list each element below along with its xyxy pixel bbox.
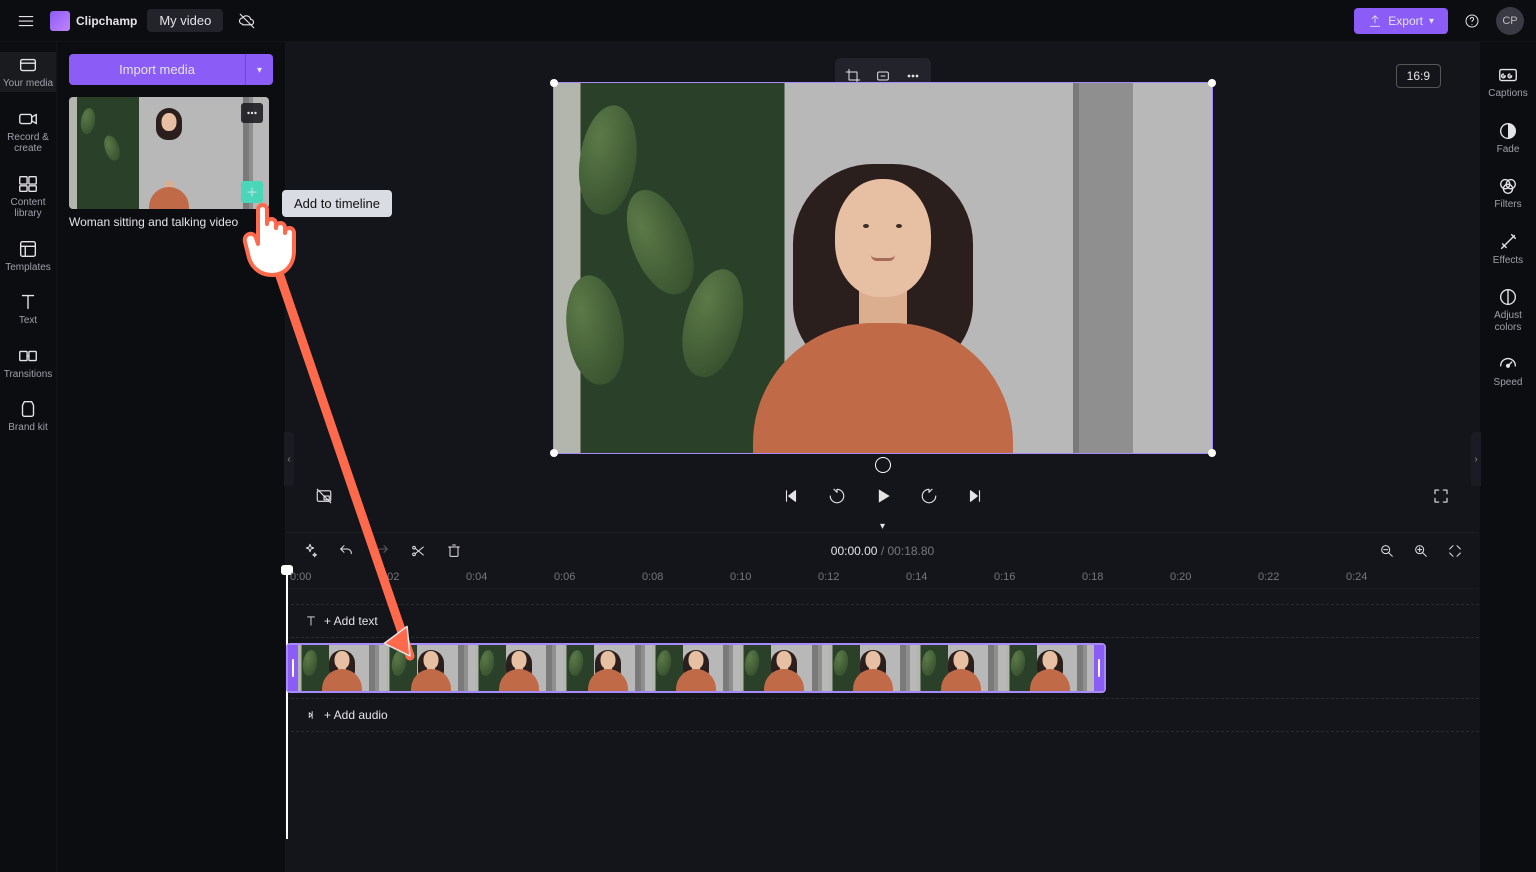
ruler-tick: 0:00 [290,571,311,583]
delete-button[interactable] [440,537,468,565]
fullscreen-button[interactable] [1427,482,1455,510]
timeline-ruler[interactable]: 0:00 0:02 0:04 0:06 0:08 0:10 0:12 0:14 0:16 0:18… [286,569,1479,589]
clip-frame [652,645,740,691]
clip-frame [475,645,563,691]
sidebar-item-brand-kit[interactable]: Brand kit [0,396,56,436]
add-to-timeline-button[interactable] [241,181,263,203]
chevron-down-icon: ▾ [257,65,262,76]
ruler-tick: 0:22 [1258,571,1279,583]
media-panel: Import media ▾ Woman sitting and talking… [57,42,286,872]
sidebar-item-content-library[interactable]: Content library [0,171,56,222]
media-thumbnail[interactable] [69,97,269,209]
right-sidebar: Captions Fade Filters Effects Adjust col… [1479,42,1536,872]
clip-frames [298,645,1094,691]
clip-frame [563,645,651,691]
text-track[interactable]: + Add text [286,604,1479,638]
sidebar-item-transitions[interactable]: Transitions [0,343,56,383]
sidebar-item-captions[interactable]: Captions [1480,62,1536,102]
import-media-button[interactable]: Import media ▾ [69,54,273,85]
forward-5-button[interactable] [915,482,943,510]
user-avatar[interactable]: CP [1496,7,1524,35]
clip-frame [740,645,828,691]
sidebar-item-record-create[interactable]: Record & create [0,106,56,157]
resize-handle[interactable] [1208,79,1216,87]
tooltip-add-to-timeline: Add to timeline [282,190,392,217]
clip-frame [829,645,917,691]
zoom-fit-button[interactable] [1441,537,1469,565]
project-name[interactable]: My video [147,9,223,32]
left-sidebar: Your media Record & create Content libra… [0,42,57,872]
clip-handle-right[interactable] [1094,645,1104,691]
ruler-tick: 0:06 [554,571,575,583]
skip-back-button[interactable] [777,482,805,510]
ruler-tick: 0:16 [994,571,1015,583]
picture-in-picture-icon[interactable] [310,482,338,510]
zoom-out-button[interactable] [1373,537,1401,565]
import-dropdown[interactable]: ▾ [245,54,273,85]
hamburger-menu[interactable] [12,7,40,35]
playback-time: 00:00.00 / 00:18.80 [831,544,934,558]
ruler-tick: 0:14 [906,571,927,583]
ruler-tick: 0:08 [642,571,663,583]
sidebar-item-effects[interactable]: Effects [1480,229,1536,269]
ruler-tick: 0:20 [1170,571,1191,583]
resize-handle[interactable] [550,449,558,457]
sidebar-item-speed[interactable]: Speed [1480,351,1536,391]
redo-button[interactable] [368,537,396,565]
export-button[interactable]: Export ▾ [1354,8,1448,34]
ruler-tick: 0:18 [1082,571,1103,583]
ruler-tick: 0:04 [466,571,487,583]
clip-frame [386,645,474,691]
resize-handle[interactable] [550,79,558,87]
zoom-in-button[interactable] [1407,537,1435,565]
ruler-tick: 0:24 [1346,571,1367,583]
video-clip[interactable] [286,643,1106,693]
sidebar-item-templates[interactable]: Templates [0,236,56,276]
audio-track[interactable]: + Add audio [286,698,1479,732]
timeline: 00:00.00 / 00:18.80 0:00 0:02 0:04 0:06 0:08… [286,532,1479,872]
split-button[interactable] [404,537,432,565]
cloud-sync-off-icon[interactable] [233,7,261,35]
rotate-handle[interactable] [875,457,891,473]
app-logo: Clipchamp [50,11,137,31]
clip-handle-left[interactable] [288,645,298,691]
media-options-button[interactable] [241,103,263,123]
app-name: Clipchamp [76,14,137,28]
resize-handle[interactable] [1208,449,1216,457]
skip-forward-button[interactable] [961,482,989,510]
clip-frame [917,645,1005,691]
preview-frame [554,83,1212,453]
rewind-5-button[interactable] [823,482,851,510]
help-icon[interactable] [1458,7,1486,35]
sidebar-item-your-media[interactable]: Your media [0,52,56,92]
clip-frame [298,645,386,691]
play-button[interactable] [869,482,897,510]
export-label: Export [1388,14,1423,28]
sidebar-item-fade[interactable]: Fade [1480,118,1536,158]
chevron-down-icon: ▾ [880,521,885,532]
chevron-down-icon: ▾ [1429,16,1434,27]
sidebar-item-text[interactable]: Text [0,289,56,329]
magic-button[interactable] [296,537,324,565]
sidebar-item-filters[interactable]: Filters [1480,173,1536,213]
clip-frame [1006,645,1094,691]
ruler-tick: 0:12 [818,571,839,583]
timeline-collapse-button[interactable]: ▾ [863,518,903,532]
ruler-tick: 0:02 [378,571,399,583]
logo-mark-icon [50,11,70,31]
player-controls [286,474,1479,518]
sidebar-item-adjust-colors[interactable]: Adjust colors [1480,284,1536,335]
video-preview[interactable] [553,82,1213,454]
media-caption: Woman sitting and talking video [69,215,273,229]
thumbnail-preview [69,97,269,209]
undo-button[interactable] [332,537,360,565]
video-track[interactable] [286,643,1479,693]
ruler-tick: 0:10 [730,571,751,583]
